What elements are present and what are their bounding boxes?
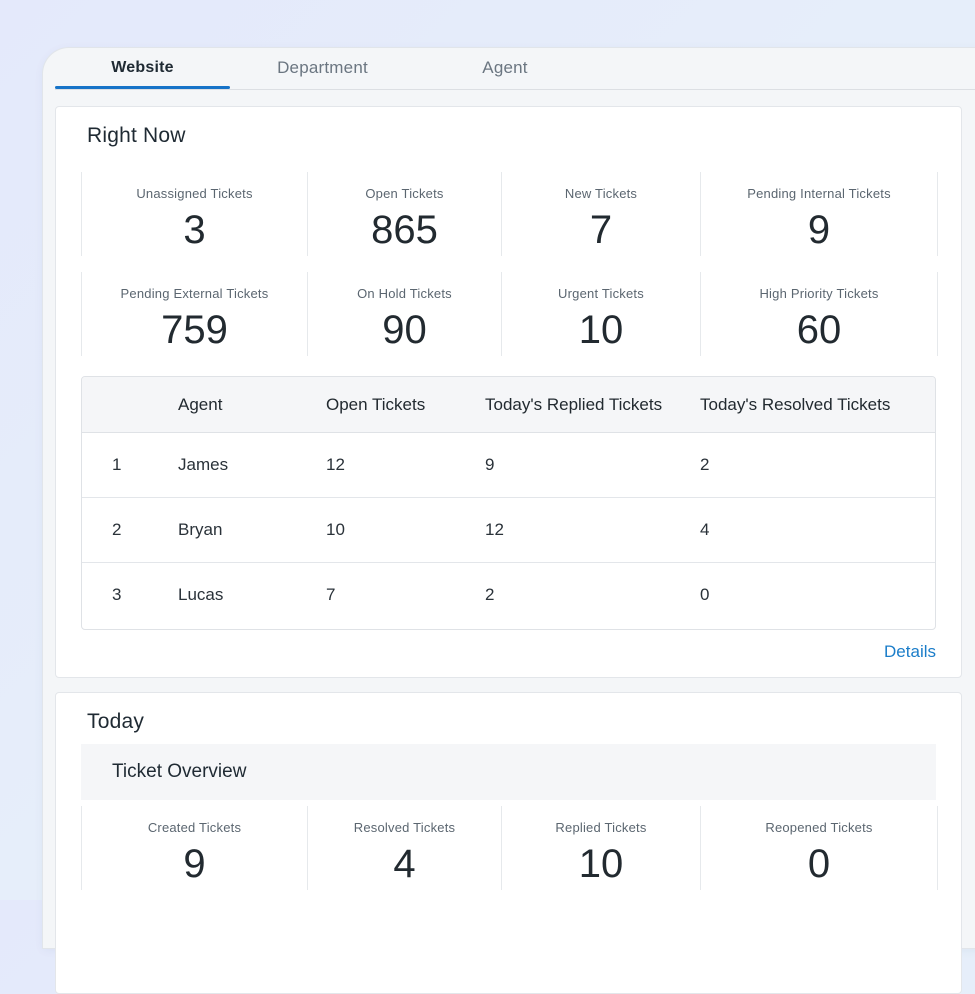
- row-index: 3: [112, 585, 122, 604]
- column-header-resolved-tickets[interactable]: Today's Resolved Tickets: [700, 377, 890, 432]
- today-title: Today: [87, 710, 145, 733]
- stat-on-hold-tickets: On Hold Tickets 90: [307, 272, 501, 356]
- stat-label: High Priority Tickets: [759, 286, 879, 301]
- resolved-tickets-cell: 0: [700, 585, 710, 604]
- open-tickets-cell: 12: [326, 455, 345, 474]
- stat-label: Pending Internal Tickets: [747, 186, 891, 201]
- table-row[interactable]: 1 James 12 9 2: [82, 433, 935, 498]
- tab-agent[interactable]: Agent: [415, 48, 595, 88]
- stat-pending-internal-tickets: Pending Internal Tickets 9: [700, 172, 938, 256]
- stat-label: Reopened Tickets: [765, 820, 873, 835]
- agent-name: Bryan: [178, 520, 223, 539]
- stat-label: On Hold Tickets: [357, 286, 452, 301]
- stat-open-tickets: Open Tickets 865: [307, 172, 501, 256]
- stat-value: 7: [589, 208, 613, 252]
- right-now-title: Right Now: [87, 124, 186, 147]
- stat-label: Unassigned Tickets: [136, 186, 253, 201]
- tab-department[interactable]: Department: [230, 48, 415, 88]
- stat-pending-external-tickets: Pending External Tickets 759: [81, 272, 307, 356]
- stat-resolved-tickets: Resolved Tickets 4: [307, 806, 501, 890]
- column-header-agent[interactable]: Agent: [178, 377, 222, 432]
- stat-value: 4: [393, 842, 416, 886]
- stat-label: Created Tickets: [147, 820, 242, 835]
- stat-label: New Tickets: [564, 186, 638, 201]
- today-card: Today Ticket Overview Created Tickets 9 …: [55, 692, 962, 994]
- tab-bar: Website Department Agent: [55, 48, 975, 90]
- stat-value: 90: [382, 308, 427, 352]
- stat-label: Pending External Tickets: [120, 286, 269, 301]
- stat-label: Replied Tickets: [555, 820, 647, 835]
- stat-value: 9: [183, 842, 206, 886]
- active-tab-indicator: [55, 86, 230, 89]
- stat-urgent-tickets: Urgent Tickets 10: [501, 272, 700, 356]
- stat-created-tickets: Created Tickets 9: [81, 806, 307, 890]
- stat-value: 10: [578, 308, 624, 352]
- replied-tickets-cell: 9: [485, 455, 495, 474]
- ticket-overview-header: Ticket Overview: [81, 744, 936, 800]
- details-link[interactable]: Details: [884, 642, 936, 662]
- column-header-open-tickets[interactable]: Open Tickets: [326, 377, 425, 432]
- stat-high-priority-tickets: High Priority Tickets 60: [700, 272, 938, 356]
- stat-value: 60: [796, 308, 842, 352]
- stat-reopened-tickets: Reopened Tickets 0: [700, 806, 938, 890]
- agent-name: James: [178, 455, 229, 474]
- stat-new-tickets: New Tickets 7: [501, 172, 700, 256]
- table-row[interactable]: 3 Lucas 7 2 0: [82, 563, 935, 627]
- stat-label: Urgent Tickets: [558, 286, 644, 301]
- stat-value: 0: [807, 842, 831, 886]
- table-row[interactable]: 2 Bryan 10 12 4: [82, 498, 935, 563]
- open-tickets-cell: 7: [326, 585, 336, 604]
- ticket-overview-title: Ticket Overview: [112, 761, 247, 782]
- stat-label: Resolved Tickets: [353, 820, 456, 835]
- stat-replied-tickets: Replied Tickets 10: [501, 806, 700, 890]
- replied-tickets-cell: 2: [485, 585, 495, 604]
- stat-label: Open Tickets: [365, 186, 444, 201]
- dashboard-window: Website Department Agent Right Now Unass…: [43, 48, 975, 994]
- resolved-tickets-cell: 2: [700, 455, 710, 474]
- stat-value: 9: [807, 208, 831, 252]
- right-now-card: Right Now Unassigned Tickets 3 Open Tick…: [55, 106, 962, 678]
- agent-name: Lucas: [178, 585, 224, 604]
- stat-value: 759: [161, 308, 228, 352]
- tab-website[interactable]: Website: [55, 48, 230, 88]
- resolved-tickets-cell: 4: [700, 520, 710, 539]
- stat-unassigned-tickets: Unassigned Tickets 3: [81, 172, 307, 256]
- replied-tickets-cell: 12: [485, 520, 504, 539]
- stat-value: 3: [183, 208, 206, 252]
- row-index: 2: [112, 520, 122, 539]
- agent-table: Agent Open Tickets Today's Replied Ticke…: [81, 376, 936, 630]
- open-tickets-cell: 10: [326, 520, 345, 539]
- stat-value: 865: [371, 208, 438, 252]
- table-header: Agent Open Tickets Today's Replied Ticke…: [82, 377, 935, 433]
- row-index: 1: [112, 455, 122, 474]
- column-header-replied-tickets[interactable]: Today's Replied Tickets: [485, 377, 662, 432]
- stat-value: 10: [578, 842, 624, 886]
